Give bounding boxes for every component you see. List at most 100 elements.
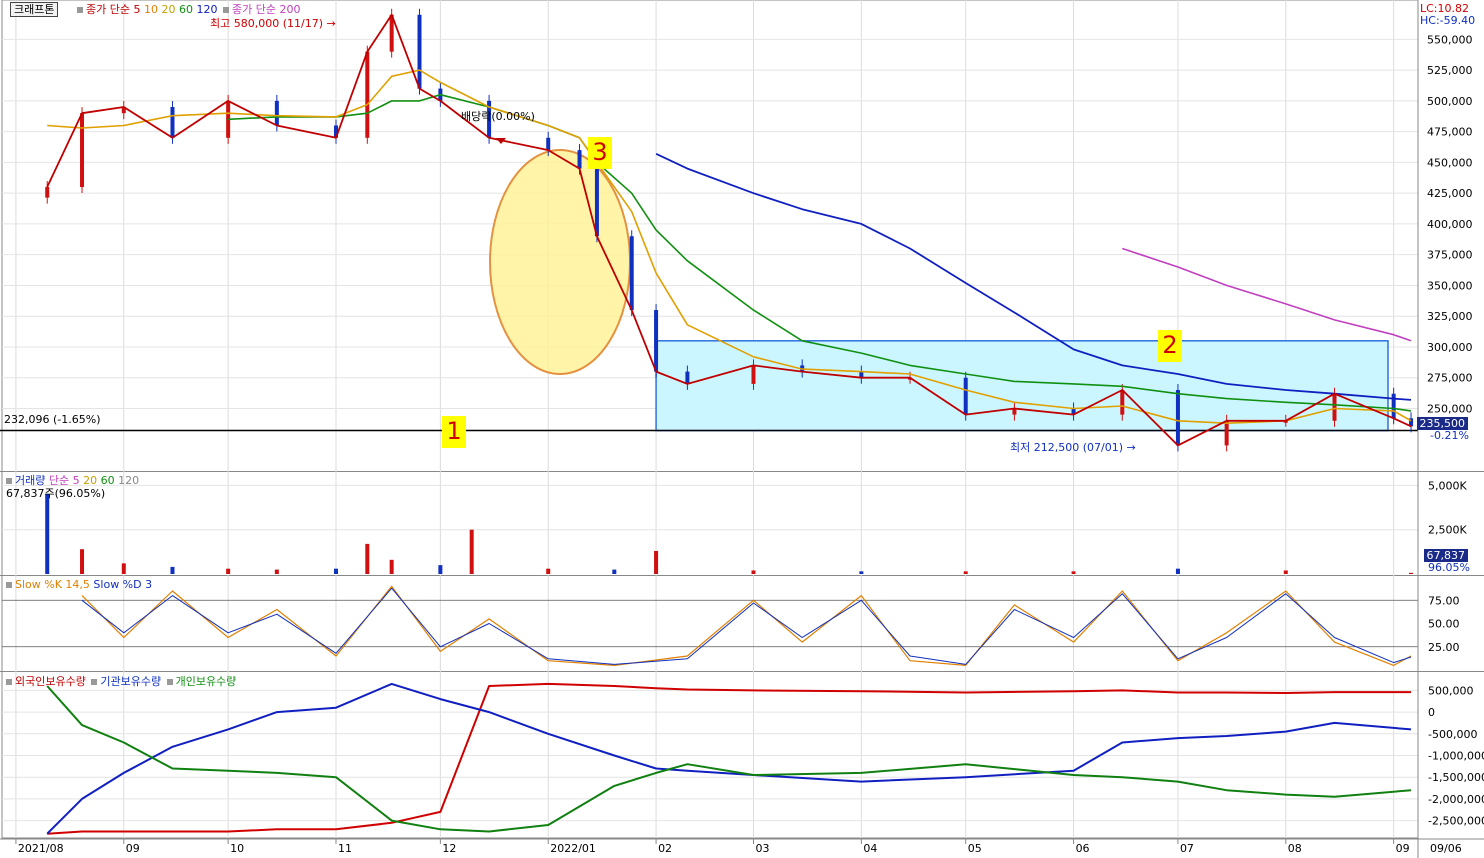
x-tick-label: 09 xyxy=(1396,842,1410,855)
volume-y-tick-label: 2,500K xyxy=(1428,524,1467,537)
x-tick-label: 05 xyxy=(968,842,982,855)
price-y-tick-label: 325,000 xyxy=(1427,310,1473,323)
volume-bar xyxy=(274,569,279,574)
stoch-y-tick-label: 25.00 xyxy=(1428,641,1460,654)
legend-square-icon xyxy=(166,678,173,685)
price-candle-body xyxy=(1175,390,1180,446)
stock-name-label[interactable]: 크래프톤 xyxy=(10,2,59,17)
slow-d-line xyxy=(81,587,1412,665)
x-tick-label: 09 xyxy=(126,842,140,855)
stock-chart[interactable]: 2021/08 09 10 11 12 2022/01 02 03 04 05 06 07 08 09 09… xyxy=(0,0,1484,858)
price-y-tick-label: 525,000 xyxy=(1427,64,1473,77)
price-ma-title: 종가 단순 xyxy=(86,3,130,16)
price-candle-body xyxy=(1391,393,1396,419)
volume-bar xyxy=(226,568,231,574)
high-annotation: 최고 580,000 (11/17) → xyxy=(210,17,336,30)
x-tick-label: 04 xyxy=(863,842,877,855)
holdings-legend: 외국인보유수량 기관보유수량 개인보유수량 xyxy=(4,675,236,688)
hline-annotation: 232,096 (-1.65%) xyxy=(4,413,101,426)
price-y-tick-label: 350,000 xyxy=(1427,279,1473,292)
ma10-label: 10 xyxy=(143,3,158,16)
price-candle-body xyxy=(654,310,659,372)
note-box-3: 3 xyxy=(588,137,612,169)
x-tick-label: 06 xyxy=(1076,842,1090,855)
holdings-y-tick-label: 500,000 xyxy=(1428,684,1474,697)
volume-bar xyxy=(751,570,756,574)
volume-bar xyxy=(1283,570,1288,574)
volume-bar xyxy=(612,569,617,574)
x-tick-label-last: 09/06 xyxy=(1430,842,1462,855)
price-candle-body xyxy=(629,236,634,311)
volume-bar xyxy=(45,494,50,574)
volume-bar xyxy=(1071,571,1076,574)
volume-bar xyxy=(365,543,370,574)
legend-square-icon xyxy=(6,678,12,685)
ma5-label: 5 xyxy=(133,3,141,16)
price-y-tick-label: 475,000 xyxy=(1427,126,1473,139)
x-tick-label: 11 xyxy=(338,842,352,855)
price-y-tick-label: 425,000 xyxy=(1427,187,1473,200)
price-candle-body xyxy=(546,137,551,151)
volume-bar xyxy=(1409,572,1414,574)
low-annotation: 최저 212,500 (07/01) → xyxy=(1010,441,1136,454)
price-y-tick-label: 375,000 xyxy=(1427,249,1473,262)
legend-square-icon xyxy=(6,477,12,484)
price-y-tick-label: 450,000 xyxy=(1427,156,1473,169)
hc-value: HC:-59.40 xyxy=(1420,14,1476,27)
volume-legend: 거래량 단순 5 20 60 120 xyxy=(4,474,139,487)
volume-ma-title: 단순 xyxy=(48,474,70,487)
slow-k-label: Slow %K 14,5 xyxy=(15,578,90,591)
note-box-2: 2 xyxy=(1158,330,1182,362)
volume-bar xyxy=(1175,568,1180,574)
price-candle-body xyxy=(1120,390,1125,415)
dividend-annotation: 배당락(0.00%) xyxy=(461,110,535,123)
stoch-y-tick-label: 75.00 xyxy=(1428,594,1460,607)
legend-square-icon xyxy=(77,6,83,13)
price-y-tick-label: 250,000 xyxy=(1427,402,1473,415)
volume-bar xyxy=(859,571,864,574)
note-box-1: 1 xyxy=(442,416,466,448)
x-tick-label: 02 xyxy=(658,842,672,855)
vol-ma20-label: 20 xyxy=(83,474,98,487)
volume-last-label: 67,837주(96.05%) xyxy=(6,487,106,500)
price-y-tick-label: 275,000 xyxy=(1427,372,1473,385)
price-candle-body xyxy=(274,100,279,126)
volume-bar xyxy=(654,550,659,574)
stoch-y-tick-label: 50.00 xyxy=(1428,618,1460,631)
vol-ma60-label: 60 xyxy=(100,474,115,487)
volume-title: 거래량 xyxy=(15,474,46,487)
legend-square-icon xyxy=(91,678,98,685)
volume-bar xyxy=(80,549,85,574)
individual-label: 개인보유수량 xyxy=(175,675,237,688)
x-tick-label: 2021/08 xyxy=(18,842,64,855)
price-candle-body xyxy=(577,150,582,169)
price-candle-body xyxy=(170,107,175,138)
volume-bar xyxy=(546,568,551,574)
legend-square-icon xyxy=(6,581,12,588)
price-candle-body xyxy=(963,377,968,415)
holdings-y-tick-label: -1,000,000 xyxy=(1428,750,1484,763)
price-candle-body xyxy=(1332,393,1337,421)
price-candle-body xyxy=(594,168,599,237)
volume-bar xyxy=(469,529,474,574)
institution-holding-line xyxy=(46,682,1412,835)
price-y-tick-label: 400,000 xyxy=(1427,218,1473,231)
institution-label: 기관보유수량 xyxy=(100,675,162,688)
foreign-label: 외국인보유수량 xyxy=(15,675,86,688)
holdings-y-tick-label: -2,500,000 xyxy=(1428,815,1484,828)
volume-bar xyxy=(170,566,175,574)
price-candle-body xyxy=(685,371,690,384)
x-tick-label: 03 xyxy=(755,842,769,855)
volume-bar xyxy=(121,563,126,574)
volume-bar xyxy=(333,568,338,574)
current-change: -0.21% xyxy=(1430,429,1469,442)
price-y-tick-label: 300,000 xyxy=(1427,341,1473,354)
volume-bar xyxy=(389,559,394,574)
vol-ma5-label: 5 xyxy=(72,474,80,487)
price-candle-body xyxy=(751,365,756,384)
ma20-label: 20 xyxy=(161,3,176,16)
vol-ma120-label: 120 xyxy=(118,474,140,487)
volume-pct: 96.05% xyxy=(1428,561,1470,574)
x-tick-label: 12 xyxy=(442,842,456,855)
x-tick-label: 10 xyxy=(230,842,244,855)
